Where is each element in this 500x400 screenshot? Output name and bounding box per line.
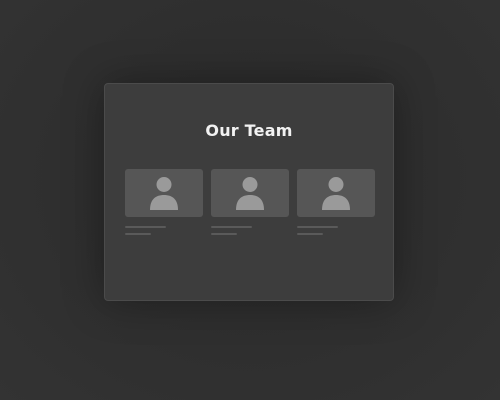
team-member-card[interactable] — [297, 169, 375, 235]
team-card-list — [125, 169, 376, 239]
member-name-placeholder — [297, 226, 338, 228]
team-member-card[interactable] — [125, 169, 203, 235]
member-name-placeholder — [211, 226, 252, 228]
member-avatar-frame — [211, 169, 289, 217]
panel-title: Our Team — [205, 121, 293, 140]
member-avatar-frame — [297, 169, 375, 217]
member-avatar-frame — [125, 169, 203, 217]
person-icon — [322, 177, 350, 210]
person-icon — [236, 177, 264, 210]
member-role-placeholder — [297, 233, 323, 235]
member-role-placeholder — [211, 233, 237, 235]
person-icon — [150, 177, 178, 210]
member-name-placeholder — [125, 226, 166, 228]
team-panel: Our Team — [104, 83, 394, 301]
team-member-card[interactable] — [211, 169, 289, 235]
member-role-placeholder — [125, 233, 151, 235]
